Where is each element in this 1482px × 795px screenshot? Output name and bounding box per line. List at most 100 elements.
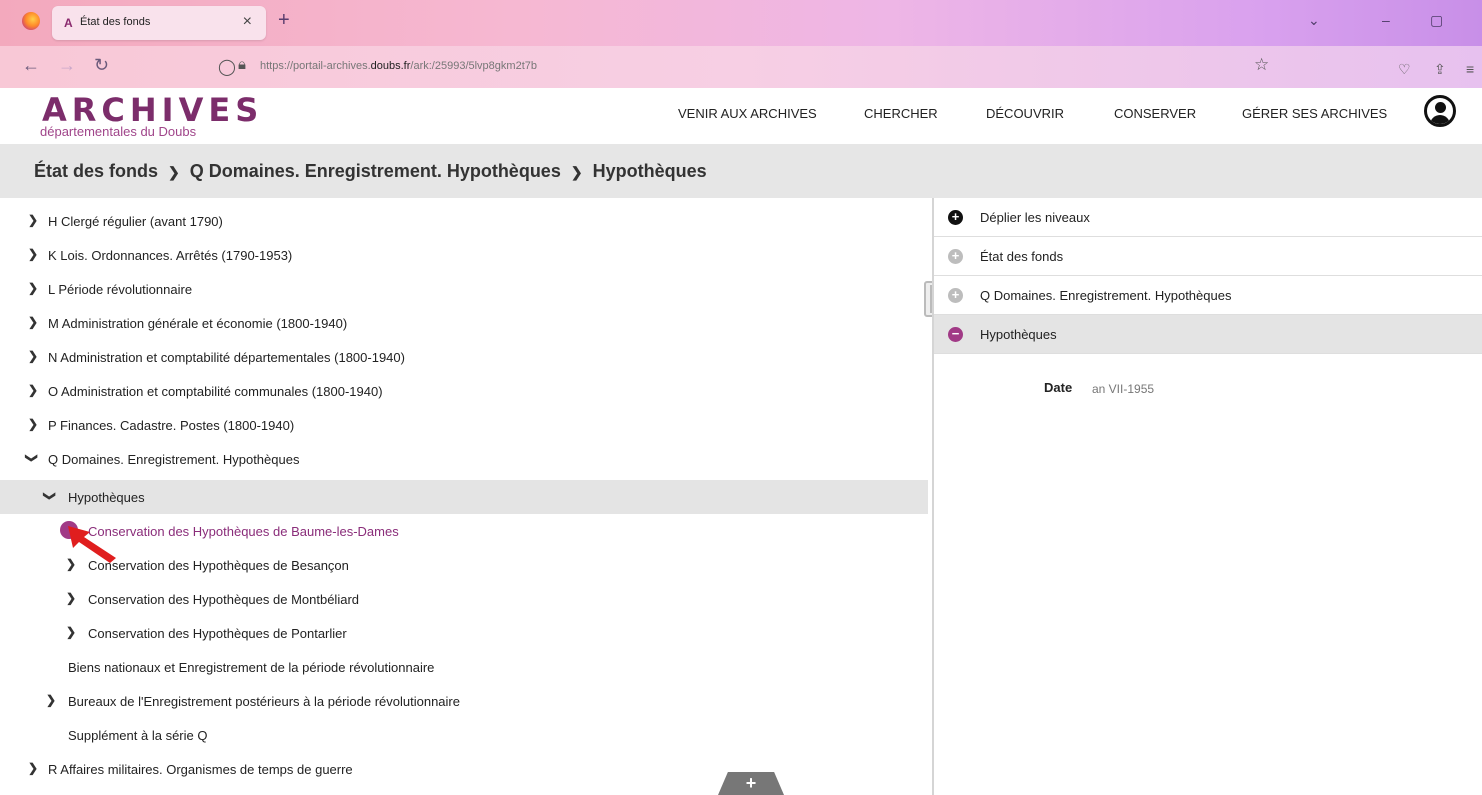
tree-item[interactable]: ❯ Conservation des Hypothèques de Pontar… [0, 616, 928, 650]
reload-icon[interactable]: ↻ [94, 55, 109, 76]
nav-decouvrir[interactable]: DÉCOUVRIR [986, 106, 1064, 121]
hierarchy-row[interactable]: + État des fonds [934, 237, 1482, 276]
chevron-right-icon[interactable]: ❯ [66, 591, 76, 605]
tree-item[interactable]: ❯ Bureaux de l'Enregistrement postérieur… [0, 684, 928, 718]
chevron-right-icon[interactable]: ❯ [28, 383, 38, 397]
chevron-right-icon[interactable]: ❯ [28, 281, 38, 295]
red-arrow-annotation-icon [68, 526, 116, 563]
minimize-icon[interactable]: – [1382, 12, 1390, 28]
tree-item-label[interactable]: R Affaires militaires. Organismes de tem… [48, 762, 353, 777]
user-account-icon[interactable] [1424, 95, 1456, 127]
plus-icon[interactable]: + [948, 288, 963, 303]
restore-icon[interactable]: ▢ [1430, 12, 1443, 29]
tree-item-label[interactable]: K Lois. Ordonnances. Arrêtés (1790-1953) [48, 248, 292, 263]
tree-item-label[interactable]: N Administration et comptabilité départe… [48, 350, 405, 365]
chevron-right-icon[interactable]: ❯ [46, 693, 56, 707]
plus-icon[interactable]: + [948, 249, 963, 264]
date-value: an VII-1955 [1092, 382, 1155, 396]
tree-item-label[interactable]: Conservation des Hypothèques de Pontarli… [88, 626, 347, 641]
expand-levels-row[interactable]: + Déplier les niveaux [934, 198, 1482, 237]
tree-item[interactable]: ❯ K Lois. Ordonnances. Arrêtés (1790-195… [0, 238, 928, 272]
chevron-right-icon[interactable]: ❯ [66, 625, 76, 639]
breadcrumb: État des fonds ❯ Q Domaines. Enregistremen… [34, 161, 707, 182]
back-icon[interactable]: ← [22, 55, 40, 76]
tree-item-label[interactable]: Supplément à la série Q [68, 728, 207, 743]
tree-item[interactable]: ❯ M Administration générale et économie … [0, 306, 928, 340]
site-header: ARCHIVES départementales du Doubs VENIR … [0, 88, 1482, 144]
chevron-right-icon[interactable]: ❯ [28, 417, 38, 431]
bookmark-star-icon[interactable]: ☆ [1254, 55, 1269, 75]
extensions-icon[interactable]: ⇪ [1434, 61, 1446, 78]
tree-item-label[interactable]: O Administration et comptabilité communa… [48, 384, 383, 399]
chevron-right-icon[interactable]: ❯ [28, 349, 38, 363]
tree-item-label[interactable]: Q Domaines. Enregistrement. Hypothèques [48, 452, 299, 467]
nav-gerer-ses-archives[interactable]: GÉRER SES ARCHIVES [1242, 106, 1387, 121]
expand-levels-label[interactable]: Déplier les niveaux [980, 210, 1090, 225]
hierarchy-row-current[interactable]: − Hypothèques [934, 315, 1482, 354]
firefox-icon[interactable] [22, 12, 40, 30]
nav-venir-aux-archives[interactable]: VENIR AUX ARCHIVES [678, 106, 817, 121]
minus-icon[interactable]: − [948, 327, 963, 342]
forward-icon: → [58, 55, 76, 75]
hierarchy-row[interactable]: + Q Domaines. Enregistrement. Hypothèque… [934, 276, 1482, 315]
tree-item[interactable]: ❯ Conservation des Hypothèques de Besanç… [0, 548, 928, 582]
hierarchy-label[interactable]: Q Domaines. Enregistrement. Hypothèques [980, 288, 1231, 303]
chevron-down-icon[interactable]: ❯ [25, 453, 39, 463]
breadcrumb-item[interactable]: Q Domaines. Enregistrement. Hypothèques [190, 161, 561, 181]
address-bar[interactable]: ◯ 🔒︎ https://portail-archives.doubs.fr/a… [198, 53, 1298, 81]
tree-item[interactable]: ❯ N Administration et comptabilité dépar… [0, 340, 928, 374]
tree-item-label[interactable]: Conservation des Hypothèques de Montbéli… [88, 592, 359, 607]
tree-item-label[interactable]: Hypothèques [68, 490, 145, 505]
tree-item[interactable]: ❯ R Affaires militaires. Organismes de t… [0, 752, 928, 786]
chevron-down-icon[interactable]: ❯ [43, 491, 57, 501]
tree-item[interactable]: ❯ O Administration et comptabilité commu… [0, 374, 928, 408]
tree-item-label[interactable]: Conservation des Hypothèques de Besançon [88, 558, 349, 573]
tree-item-label[interactable]: Conservation des Hypothèques de Baume-le… [88, 524, 399, 539]
nav-chercher[interactable]: CHERCHER [864, 106, 938, 121]
breadcrumb-item[interactable]: État des fonds [34, 161, 158, 181]
tree-item-label[interactable]: P Finances. Cadastre. Postes (1800-1940) [48, 418, 294, 433]
chevron-right-icon[interactable]: ❯ [28, 247, 38, 261]
add-panel-tab-icon[interactable]: + [718, 772, 784, 795]
chevron-right-icon[interactable]: ❯ [28, 213, 38, 227]
tree-item-label[interactable]: Bureaux de l'Enregistrement postérieurs … [68, 694, 460, 709]
breadcrumb-bar: État des fonds ❯ Q Domaines. Enregistremen… [0, 144, 1482, 198]
menu-icon[interactable]: ≡ [1466, 61, 1474, 77]
tab-list-icon[interactable]: ⌄ [1308, 12, 1320, 29]
nav-conserver[interactable]: CONSERVER [1114, 106, 1196, 121]
tree-item-expanded[interactable]: ❯ Q Domaines. Enregistrement. Hypothèque… [0, 442, 928, 476]
tree-item[interactable]: ❯ H Clergé régulier (avant 1790) [0, 204, 928, 238]
favicon-icon: A [64, 16, 73, 30]
tree-item-active[interactable]: Conservation des Hypothèques de Baume-le… [0, 514, 928, 548]
browser-tab-bar: A État des fonds × + ⌄ – ▢ [0, 0, 1482, 46]
tree-item-label[interactable]: L Période révolutionnaire [48, 282, 192, 297]
pocket-icon[interactable]: ♡ [1398, 61, 1411, 78]
navigation-bar: ← → ↻ ◯ 🔒︎ https://portail-archives.doub… [0, 46, 1482, 88]
tree-item[interactable]: Biens nationaux et Enregistrement de la … [0, 650, 928, 684]
tree-item[interactable]: ❯ L Période révolutionnaire [0, 272, 928, 306]
tracking-shield-icon[interactable]: ◯ [218, 57, 236, 77]
chevron-right-icon[interactable]: ❯ [28, 761, 38, 775]
chevron-right-icon: ❯ [168, 164, 180, 180]
tree-item-label[interactable]: Biens nationaux et Enregistrement de la … [68, 660, 434, 675]
tree-item[interactable]: Supplément à la série Q [0, 718, 928, 752]
new-tab-icon[interactable]: + [278, 9, 290, 32]
tab-title: État des fonds [80, 16, 151, 28]
browser-tab[interactable]: A État des fonds × [52, 6, 266, 40]
hierarchy-label[interactable]: Hypothèques [980, 327, 1057, 342]
tree-item[interactable]: ❯ P Finances. Cadastre. Postes (1800-194… [0, 408, 928, 442]
tree-item-selected[interactable]: ❯ Hypothèques [0, 480, 928, 514]
breadcrumb-current: Hypothèques [592, 161, 707, 181]
url-text[interactable]: https://portail-archives.doubs.fr/ark:/2… [260, 60, 537, 72]
close-tab-icon[interactable]: × [243, 13, 252, 31]
plus-icon[interactable]: + [948, 210, 963, 225]
site-logo-subtitle: départementales du Doubs [40, 124, 197, 139]
detail-panel: + Déplier les niveaux + État des fonds +… [934, 198, 1482, 795]
tree-item-label[interactable]: M Administration générale et économie (1… [48, 316, 347, 331]
tree-item[interactable]: ❯ Conservation des Hypothèques de Montbé… [0, 582, 928, 616]
chevron-right-icon[interactable]: ❯ [28, 315, 38, 329]
tree-item-label[interactable]: H Clergé régulier (avant 1790) [48, 214, 223, 229]
chevron-right-icon: ❯ [570, 164, 583, 180]
hierarchy-label[interactable]: État des fonds [980, 249, 1063, 264]
lock-icon[interactable]: 🔒︎ [238, 56, 246, 73]
